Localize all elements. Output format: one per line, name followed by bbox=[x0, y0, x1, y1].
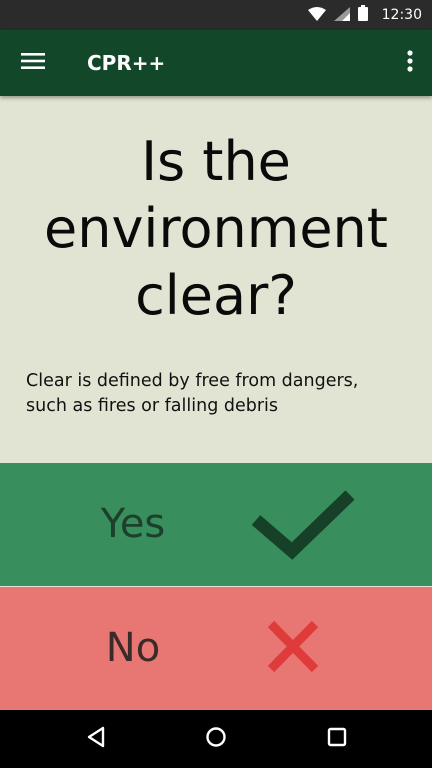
description-line: such as fires or falling debris bbox=[26, 396, 279, 416]
menu-button[interactable] bbox=[16, 46, 50, 80]
wifi-icon bbox=[307, 6, 326, 25]
status-bar: 12:30 bbox=[0, 0, 432, 30]
app-bar: CPR++ bbox=[0, 30, 432, 96]
no-label: No bbox=[105, 625, 161, 671]
question-line: environment bbox=[44, 197, 388, 260]
no-button[interactable]: No bbox=[0, 587, 432, 710]
menu-icon bbox=[21, 52, 45, 74]
question-description: Clear is defined by free from dangers, s… bbox=[26, 369, 416, 419]
more-vert-icon bbox=[407, 50, 413, 76]
status-time: 12:30 bbox=[381, 7, 422, 23]
question-line: Is the bbox=[141, 130, 291, 193]
navigation-bar bbox=[0, 710, 432, 768]
home-icon bbox=[205, 726, 227, 752]
question-heading: Is the environment clear? bbox=[0, 128, 432, 329]
status-icons: 12:30 bbox=[307, 0, 422, 30]
overflow-menu-button[interactable] bbox=[398, 46, 422, 80]
recents-button[interactable] bbox=[322, 724, 352, 754]
recents-icon bbox=[327, 727, 347, 751]
description-line: Clear is defined by free from dangers, bbox=[26, 371, 359, 391]
signal-icon bbox=[333, 6, 350, 25]
yes-button[interactable]: Yes bbox=[0, 463, 432, 586]
yes-label: Yes bbox=[100, 501, 166, 547]
back-button[interactable] bbox=[81, 724, 111, 754]
battery-icon bbox=[357, 5, 368, 25]
cross-icon bbox=[262, 587, 322, 714]
back-icon bbox=[86, 726, 106, 752]
home-button[interactable] bbox=[201, 724, 231, 754]
checkmark-icon bbox=[246, 463, 362, 590]
screen: 12:30 CPR++ Is the environment clear? Cl… bbox=[0, 0, 432, 768]
question-line: clear? bbox=[135, 264, 297, 327]
app-title: CPR++ bbox=[87, 51, 166, 75]
